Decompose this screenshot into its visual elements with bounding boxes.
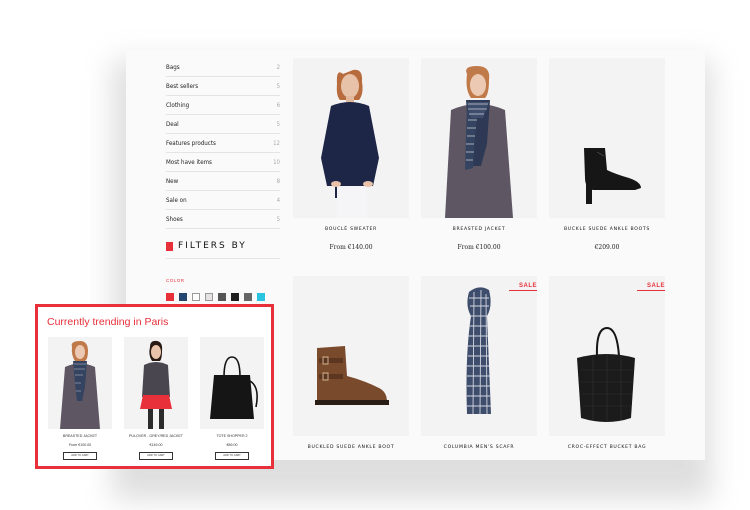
trending-product-name[interactable]: BREASTED JACKET	[48, 434, 112, 438]
trending-product-name[interactable]: TOTE SHOPPER 2	[200, 434, 264, 438]
category-label: New	[166, 177, 179, 185]
trending-product-image[interactable]	[48, 337, 112, 429]
category-list: Bags 2 Best sellers 5 Clothing 6 Deal 5 Feat…	[166, 58, 280, 229]
product-card[interactable]: SALE CROC-EFFECT BUCKET BAG	[549, 276, 665, 460]
product-image[interactable]	[293, 58, 409, 218]
trending-product-image[interactable]	[124, 337, 188, 429]
category-item-bags[interactable]: Bags 2	[166, 58, 280, 77]
product-card[interactable]: BUCKLED SUEDE ANKLE BOOT	[293, 276, 409, 460]
product-name[interactable]: BUCKLED SUEDE ANKLE BOOT	[293, 445, 409, 450]
product-price: From €140.00	[329, 244, 373, 251]
category-label: Deal	[166, 120, 179, 128]
product-image[interactable]	[293, 276, 409, 436]
trending-product-card[interactable]: BREASTED JACKET From €100.00 ADD TO CART	[48, 337, 112, 460]
product-image[interactable]	[549, 58, 665, 218]
category-item-best-sellers[interactable]: Best sellers 5	[166, 77, 280, 96]
color-swatches	[166, 293, 265, 301]
category-count: 10	[273, 158, 280, 166]
trending-product-price: €89.00	[226, 443, 238, 447]
category-label: Bags	[166, 63, 180, 71]
category-count: 5	[276, 120, 280, 128]
trending-product-price: From €100.00	[68, 443, 92, 447]
product-card[interactable]: BREASTED JACKET From €100.00	[421, 58, 537, 251]
color-swatch[interactable]	[192, 293, 200, 301]
product-card[interactable]: BOUCLÉ SWEATER From €140.00	[293, 58, 409, 251]
category-count: 6	[276, 101, 280, 109]
category-count: 4	[276, 196, 280, 204]
sale-badge: SALE	[637, 283, 665, 291]
category-count: 2	[276, 63, 280, 71]
product-name[interactable]: COLUMBIA MEN'S SCAFR	[421, 445, 537, 450]
category-item-clothing[interactable]: Clothing 6	[166, 96, 280, 115]
category-label: Best sellers	[166, 82, 199, 90]
filters-title: FILTERS BY	[178, 241, 247, 251]
product-price: €209.00	[594, 244, 620, 251]
product-name[interactable]: BREASTED JACKET	[421, 227, 537, 232]
color-filter-label: COLOR	[166, 278, 185, 283]
filters-heading: FILTERS BY	[166, 241, 247, 251]
trending-product-name[interactable]: PULOVER - GREY/RED JACKET	[124, 434, 188, 438]
category-count: 12	[273, 139, 280, 147]
category-label: Most have items	[166, 158, 212, 166]
color-swatch[interactable]	[257, 293, 265, 301]
add-to-cart-button[interactable]: ADD TO CART	[139, 452, 173, 460]
category-item-shoes[interactable]: Shoes 5	[166, 210, 280, 229]
category-label: Clothing	[166, 101, 190, 109]
trending-popup: Currently trending in Paris BREASTED JAC…	[35, 304, 274, 469]
category-item-new[interactable]: New 8	[166, 172, 280, 191]
color-swatch[interactable]	[205, 293, 213, 301]
filters-divider	[166, 258, 280, 259]
color-swatch[interactable]	[244, 293, 252, 301]
category-label: Sale on	[166, 196, 187, 204]
category-count: 5	[276, 215, 280, 223]
category-label: Shoes	[166, 215, 183, 223]
category-item-features-products[interactable]: Features products 12	[166, 134, 280, 153]
product-image[interactable]	[421, 276, 537, 436]
product-card[interactable]: SALE COLUMBIA MEN'S SCAFR	[421, 276, 537, 460]
category-item-sale-on[interactable]: Sale on 4	[166, 191, 280, 210]
trending-product-image[interactable]	[200, 337, 264, 429]
add-to-cart-button[interactable]: ADD TO CART	[215, 452, 249, 460]
category-count: 5	[276, 82, 280, 90]
product-name[interactable]: BOUCLÉ SWEATER	[293, 227, 409, 232]
product-price: From €100.00	[457, 244, 501, 251]
product-name[interactable]: BUCKLE SUEDE ANKLE BOOTS	[549, 227, 665, 232]
category-count: 8	[276, 177, 280, 185]
product-card[interactable]: BUCKLE SUEDE ANKLE BOOTS €209.00	[549, 58, 665, 251]
category-item-deal[interactable]: Deal 5	[166, 115, 280, 134]
product-name[interactable]: CROC-EFFECT BUCKET BAG	[549, 445, 665, 450]
category-item-most-have-items[interactable]: Most have items 10	[166, 153, 280, 172]
trending-product-card[interactable]: PULOVER - GREY/RED JACKET €149.00 ADD TO…	[124, 337, 188, 460]
product-image[interactable]	[549, 276, 665, 436]
sale-badge: SALE	[509, 283, 537, 291]
color-swatch[interactable]	[218, 293, 226, 301]
product-image[interactable]	[421, 58, 537, 218]
add-to-cart-button[interactable]: ADD TO CART	[63, 452, 97, 460]
color-swatch[interactable]	[179, 293, 187, 301]
filters-marker	[166, 241, 173, 251]
category-label: Features products	[166, 139, 216, 147]
color-swatch[interactable]	[231, 293, 239, 301]
color-swatch[interactable]	[166, 293, 174, 301]
trending-product-price: €149.00	[149, 443, 163, 447]
trending-title: Currently trending in Paris	[47, 316, 169, 328]
trending-product-card[interactable]: TOTE SHOPPER 2 €89.00 ADD TO CART	[200, 337, 264, 460]
